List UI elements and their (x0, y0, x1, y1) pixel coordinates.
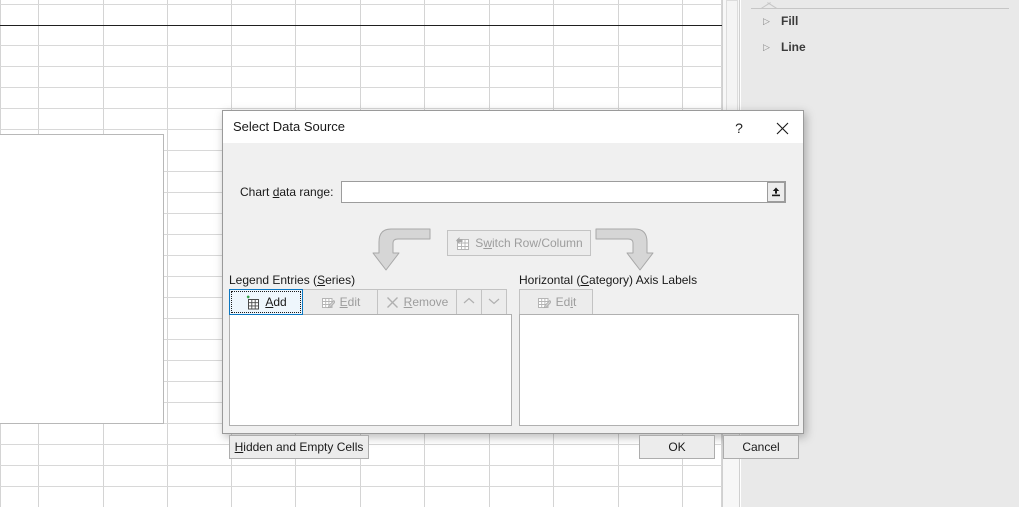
dialog-title: Select Data Source (233, 119, 345, 134)
edit-series-label: Edit (340, 295, 361, 309)
switch-row-column-label: Switch Row/Column (475, 236, 582, 250)
embedded-chart-object[interactable] (0, 134, 164, 424)
category-axis-heading: Horizontal (Category) Axis Labels (519, 273, 697, 287)
grid-row-line (0, 486, 722, 487)
hidden-and-empty-cells-button[interactable]: Hidden and Empty Cells (229, 435, 369, 459)
edit-category-label: Edit (556, 295, 577, 309)
edit-category-icon (536, 295, 551, 310)
add-series-button[interactable]: Add (229, 289, 303, 315)
chart-data-range-input[interactable] (341, 181, 786, 203)
add-series-label: Add (265, 295, 286, 309)
legend-entries-toolbar: Add Edit (229, 289, 506, 315)
move-series-up-button[interactable] (456, 289, 482, 315)
cancel-button[interactable]: Cancel (723, 435, 799, 459)
chevron-down-icon (488, 297, 500, 308)
move-series-down-button[interactable] (481, 289, 507, 315)
chevron-up-icon (463, 297, 475, 308)
switch-row-column-icon (455, 236, 470, 251)
scrollbar-thumb[interactable] (726, 0, 738, 118)
grid-row-line (0, 66, 722, 67)
edit-series-button[interactable]: Edit (302, 289, 378, 315)
grid-column-line (167, 0, 168, 507)
dialog-title-bar[interactable]: Select Data Source ? (223, 111, 803, 143)
pane-section-label: Line (781, 40, 806, 54)
arrow-elbow-left-icon (371, 227, 431, 276)
close-icon[interactable] (768, 116, 796, 140)
triangle-right-icon: ▷ (763, 43, 781, 52)
grid-row-line (0, 87, 722, 88)
edit-series-icon (320, 295, 335, 310)
select-data-source-dialog: Select Data Source ? Chart data range: (222, 110, 804, 434)
collapse-dialog-icon[interactable] (767, 182, 785, 202)
remove-x-icon (386, 296, 399, 309)
pane-section-label: Fill (781, 14, 798, 28)
edit-category-button[interactable]: Edit (519, 289, 593, 315)
pane-section-line[interactable]: ▷ Line (741, 36, 1019, 58)
arrow-elbow-right-icon (595, 227, 655, 276)
triangle-right-icon: ▷ (763, 17, 781, 26)
switch-row-column-button[interactable]: Switch Row/Column (447, 230, 591, 256)
legend-entries-heading: Legend Entries (Series) (229, 273, 355, 287)
grid-row-line (0, 4, 722, 5)
add-series-icon (245, 295, 260, 310)
chart-data-range-label: Chart data range: (240, 185, 333, 199)
pane-section-fill[interactable]: ▷ Fill (741, 10, 1019, 32)
category-axis-toolbar: Edit (519, 289, 592, 315)
dialog-body: Chart data range: (223, 143, 803, 433)
grid-row-line (0, 45, 722, 46)
pane-separator (751, 8, 1009, 9)
legend-entries-listbox[interactable] (229, 314, 512, 426)
grid-row-line (0, 108, 722, 109)
grid-row-line (0, 465, 722, 466)
remove-series-label: Remove (404, 295, 449, 309)
pane-section-notch-icon (761, 2, 777, 10)
remove-series-button[interactable]: Remove (377, 289, 457, 315)
help-icon[interactable]: ? (726, 117, 752, 139)
grid-row-line-bold (0, 25, 722, 26)
ok-button[interactable]: OK (639, 435, 715, 459)
category-axis-listbox[interactable] (519, 314, 799, 426)
